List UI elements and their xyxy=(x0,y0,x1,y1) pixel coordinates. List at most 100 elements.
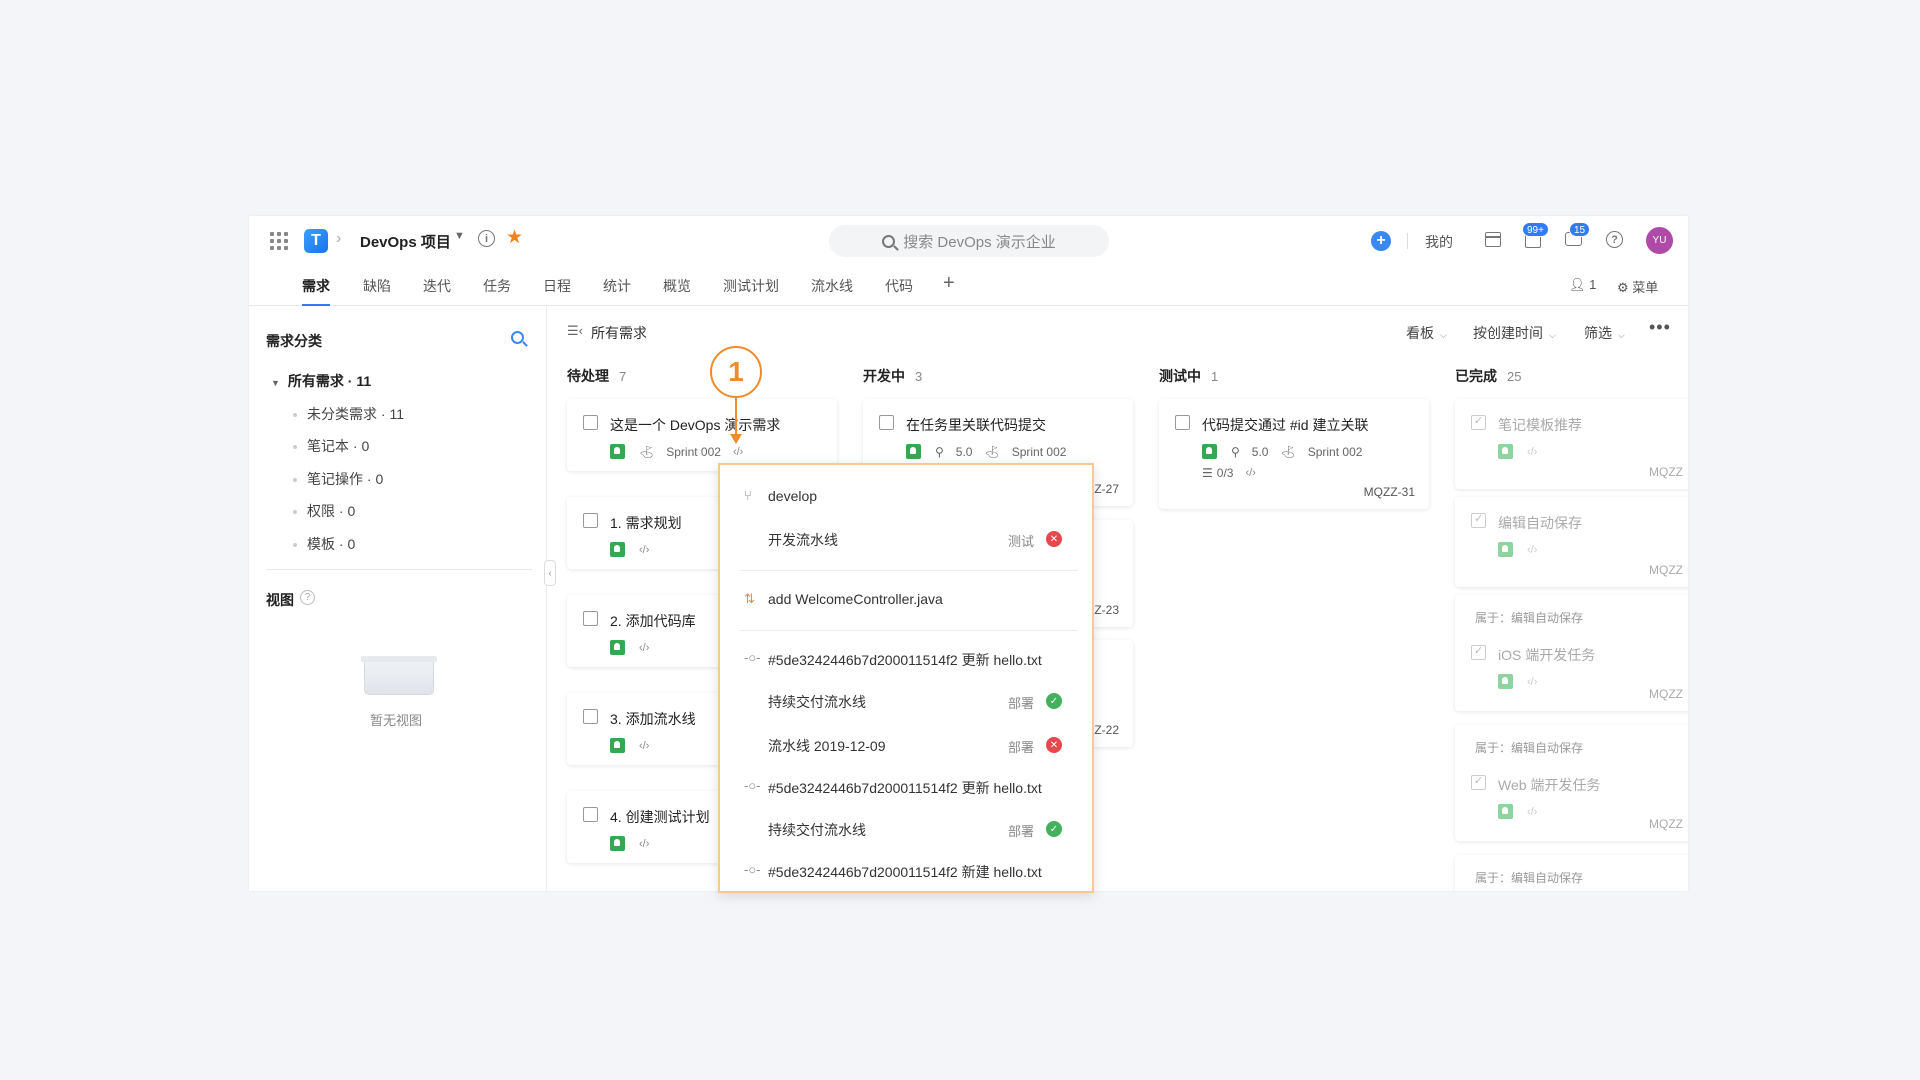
code-icon[interactable]: ‹/› xyxy=(639,740,649,752)
column-test-title: 测试中 1 xyxy=(1159,366,1218,386)
sidebar-title: 需求分类 xyxy=(266,333,322,349)
tab-iterations[interactable]: 迭代 xyxy=(423,276,451,296)
code-icon[interactable]: ‹/› xyxy=(733,446,743,458)
caret-down-icon[interactable]: ▼ xyxy=(454,230,465,242)
menu-button[interactable]: ⚙︎ 菜单 xyxy=(1617,277,1658,296)
code-icon[interactable]: ‹/› xyxy=(639,838,649,850)
mine-link[interactable]: 我的 xyxy=(1425,232,1453,252)
card-subtask-count: 0/3 xyxy=(1216,466,1234,480)
card-meta: ⚲ 5.0 ⛳︎ Sprint 002 xyxy=(906,444,1078,459)
sidebar-item-all[interactable]: ▼ 所有需求 · 11 xyxy=(271,371,371,391)
sidebar-item-templates[interactable]: 模板 · 0 xyxy=(293,534,355,554)
add-tab-icon[interactable]: + xyxy=(943,272,955,295)
requirement-type-icon xyxy=(1498,542,1513,557)
commit-message: #5de3242446b7d200011514f2 更新 hello.txt xyxy=(768,652,1042,668)
search-icon[interactable] xyxy=(511,331,524,344)
divider xyxy=(1407,233,1408,249)
card-checkbox[interactable] xyxy=(583,415,598,430)
search-input[interactable]: 搜索 DevOps 演示企业 xyxy=(829,225,1109,257)
tab-pipeline[interactable]: 流水线 xyxy=(811,276,853,296)
subtask-icon: ☰ xyxy=(1202,466,1213,480)
sidebar-item-note-ops[interactable]: 笔记操作 · 0 xyxy=(293,469,383,489)
commit-icon: -○- xyxy=(744,778,761,793)
requirement-card[interactable]: 代码提交通过 #id 建立关联 ⚲ 5.0 ⛳︎ Sprint 002 ☰ 0/… xyxy=(1159,399,1429,509)
annotation-arrow-icon xyxy=(730,434,742,444)
merge-request-row[interactable]: ⇅ add WelcomeController.java xyxy=(720,582,1092,616)
column-count: 1 xyxy=(1211,369,1219,384)
branch-row[interactable]: ⑂ develop xyxy=(720,479,1092,513)
requirement-card[interactable]: 属于：编辑自动保存 Web 端开发任务 ‹/› MQZZ xyxy=(1455,725,1688,841)
star-icon[interactable]: ★ xyxy=(506,226,523,249)
card-checkbox[interactable] xyxy=(1471,774,1486,790)
collapse-sidebar-handle[interactable]: ‹ xyxy=(544,560,556,586)
commit-row[interactable]: -○- #5de3242446b7d200011514f2 更新 hello.t… xyxy=(720,769,1092,803)
help-icon[interactable]: ? xyxy=(300,590,315,605)
sidebar-item-uncategorized[interactable]: 未分类需求 · 11 xyxy=(293,404,404,424)
card-checkbox[interactable] xyxy=(879,415,894,430)
list-toggle-icon[interactable]: ☰‹ xyxy=(567,323,583,339)
tab-defects[interactable]: 缺陷 xyxy=(363,276,391,296)
code-icon[interactable]: ‹/› xyxy=(1527,676,1537,688)
card-id: MQZZ xyxy=(1649,465,1683,479)
card-checkbox[interactable] xyxy=(583,611,598,626)
more-icon[interactable]: ••• xyxy=(1649,317,1671,338)
commit-row[interactable]: -○- #5de3242446b7d200011514f2 新建 hello.t… xyxy=(720,853,1092,887)
requirement-type-icon xyxy=(906,444,921,459)
card-title: 在任务里关联代码提交 xyxy=(906,417,1046,433)
tab-code[interactable]: 代码 xyxy=(885,276,913,296)
tab-requirements[interactable]: 需求 xyxy=(302,276,330,296)
tab-test-plan[interactable]: 测试计划 xyxy=(723,276,779,296)
calendar-icon[interactable] xyxy=(1485,232,1501,247)
help-icon[interactable]: ? xyxy=(1606,231,1623,248)
commit-row[interactable]: -○- #5de3242446b7d200011514f2 更新 hello.t… xyxy=(720,641,1092,675)
card-checkbox[interactable] xyxy=(1471,512,1486,528)
filter-label: 筛选 xyxy=(1584,325,1612,341)
card-checkbox[interactable] xyxy=(583,807,598,822)
avatar[interactable]: YU xyxy=(1646,227,1673,254)
card-checkbox[interactable] xyxy=(1471,414,1486,430)
code-icon[interactable]: ‹/› xyxy=(639,544,649,556)
sidebar-item-permissions[interactable]: 权限 · 0 xyxy=(293,501,355,521)
requirement-card[interactable]: 笔记模板推荐 ‹/› MQZZ xyxy=(1455,399,1688,489)
success-status-icon: ✓ xyxy=(1046,693,1062,709)
app-logo[interactable]: T xyxy=(304,229,328,253)
requirement-card[interactable]: 这是一个 DevOps 演示需求 ⛳︎ Sprint 002 ‹/› xyxy=(567,399,837,471)
sidebar-item-notebook[interactable]: 笔记本 · 0 xyxy=(293,436,369,456)
tab-tasks[interactable]: 任务 xyxy=(483,276,511,296)
view-section-title: 视图 xyxy=(266,592,294,608)
filter-dropdown[interactable]: 筛选 ⌵ xyxy=(1584,323,1625,343)
requirement-card[interactable]: 属于：编辑自动保存 xyxy=(1455,855,1688,891)
pipeline-row[interactable]: 持续交付流水线 部署 ✓ xyxy=(720,811,1092,845)
create-button[interactable]: + xyxy=(1371,231,1391,251)
sort-dropdown[interactable]: 按创建时间 ⌵ xyxy=(1473,323,1556,343)
tab-schedule[interactable]: 日程 xyxy=(543,276,571,296)
card-sprint: Sprint 002 xyxy=(1011,444,1067,459)
requirement-card[interactable]: 属于：编辑自动保存 iOS 端开发任务 ‹/› MQZZ xyxy=(1455,595,1688,711)
code-icon[interactable]: ‹/› xyxy=(1527,446,1537,458)
card-checkbox[interactable] xyxy=(1175,415,1190,430)
code-icon[interactable]: ‹/› xyxy=(1527,806,1537,818)
column-name: 开发中 xyxy=(863,368,905,384)
requirement-card[interactable]: 编辑自动保存 ‹/› MQZZ xyxy=(1455,497,1688,587)
tab-overview[interactable]: 概览 xyxy=(663,276,691,296)
project-name[interactable]: DevOps 项目 xyxy=(360,231,451,252)
card-checkbox[interactable] xyxy=(583,513,598,528)
caret-down-icon[interactable]: ▼ xyxy=(271,378,280,388)
card-title: 3. 添加流水线 xyxy=(610,711,696,727)
apps-grid-icon[interactable] xyxy=(270,232,288,250)
info-icon[interactable]: i xyxy=(478,230,495,247)
pipeline-row[interactable]: 流水线 2019-12-09 部署 ✕ xyxy=(720,727,1092,761)
pipeline-row[interactable]: 开发流水线 测试 ✕ xyxy=(720,521,1092,555)
requirement-type-icon xyxy=(610,836,625,851)
pipeline-row[interactable]: 持续交付流水线 部署 ✓ xyxy=(720,683,1092,717)
card-checkbox[interactable] xyxy=(583,709,598,724)
members-button[interactable]: 👤︎ 1 xyxy=(1569,277,1596,293)
commit-message: #5de3242446b7d200011514f2 新建 hello.txt xyxy=(768,864,1042,880)
code-icon[interactable]: ‹/› xyxy=(1527,544,1537,556)
code-icon[interactable]: ‹/› xyxy=(1245,467,1255,479)
card-id: MQZZ xyxy=(1649,563,1683,577)
code-icon[interactable]: ‹/› xyxy=(639,642,649,654)
view-mode-dropdown[interactable]: 看板 ⌵ xyxy=(1406,323,1447,343)
card-checkbox[interactable] xyxy=(1471,644,1486,660)
tab-statistics[interactable]: 统计 xyxy=(603,276,631,296)
